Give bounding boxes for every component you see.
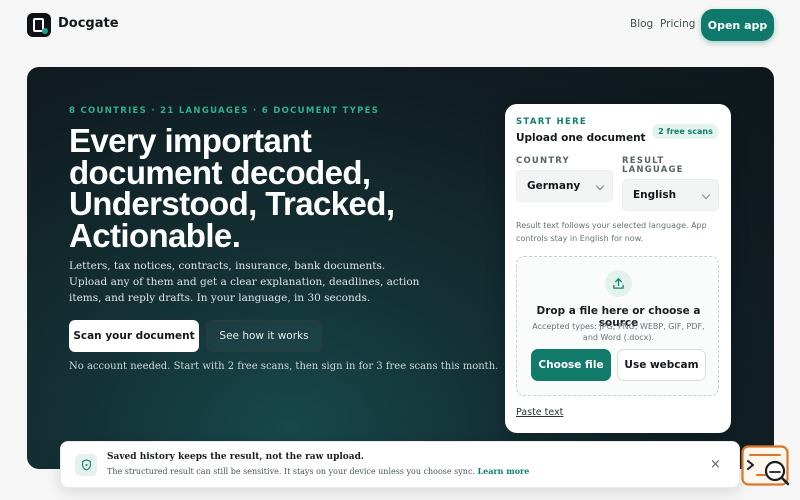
country-value: Germany bbox=[527, 180, 581, 192]
accepted-types-text: Accepted types: JPG, PNG, WEBP, GIF, PDF… bbox=[532, 322, 705, 342]
chat-search-widget-icon[interactable] bbox=[741, 445, 791, 490]
docgate-logo-icon[interactable] bbox=[27, 13, 51, 37]
privacy-notice-toast: Saved history keeps the result, not the … bbox=[60, 441, 740, 488]
toast-body: The structured result can still be sensi… bbox=[107, 466, 529, 476]
headline-line: Understood, Tracked, bbox=[69, 185, 395, 222]
top-nav: Docgate Blog Pricing Open app bbox=[0, 0, 800, 50]
file-drop-zone[interactable]: Drop a file here or choose a source Acce… bbox=[516, 256, 719, 396]
use-webcam-button[interactable]: Use webcam bbox=[617, 349, 706, 381]
country-label: COUNTRY bbox=[516, 156, 570, 166]
learn-more-link[interactable]: Learn more bbox=[478, 466, 530, 476]
upload-icon bbox=[605, 270, 632, 297]
card-title: Upload one document bbox=[516, 132, 646, 144]
hero-section: 8 COUNTRIES · 21 LANGUAGES · 6 DOCUMENT … bbox=[27, 67, 774, 469]
card-kicker: START HERE bbox=[516, 117, 588, 127]
hero-subtext: Letters, tax notices, contracts, insuran… bbox=[69, 260, 420, 304]
scan-document-button[interactable]: Scan your document bbox=[69, 320, 199, 352]
result-language-select[interactable]: English bbox=[622, 179, 719, 211]
upload-card: START HERE Upload one document 2 free sc… bbox=[505, 104, 731, 433]
paste-text-link[interactable]: Paste text bbox=[516, 407, 563, 418]
headline-line: document decoded, bbox=[69, 153, 371, 191]
shield-icon bbox=[75, 454, 97, 476]
hero-headline: Every important document decoded, Unders… bbox=[69, 122, 449, 254]
choose-file-button[interactable]: Choose file bbox=[531, 349, 611, 381]
language-helper-text: Result text follows your selected langua… bbox=[516, 221, 707, 243]
headline-line: Every important bbox=[69, 122, 312, 159]
close-icon[interactable]: × bbox=[710, 457, 721, 472]
country-select[interactable]: Germany bbox=[516, 170, 613, 202]
result-language-label: RESULT LANGUAGE bbox=[622, 156, 684, 175]
language-value: English bbox=[633, 189, 677, 201]
free-scans-badge: 2 free scans bbox=[652, 124, 719, 139]
nav-link-pricing[interactable]: Pricing bbox=[660, 18, 695, 30]
brand-name[interactable]: Docgate bbox=[58, 16, 119, 31]
see-how-it-works-button[interactable]: See how it works bbox=[206, 320, 322, 352]
chevron-down-icon bbox=[595, 181, 605, 191]
open-app-button[interactable]: Open app bbox=[701, 9, 774, 41]
toast-title: Saved history keeps the result, not the … bbox=[107, 452, 365, 462]
headline-line: Actionable. bbox=[69, 216, 241, 254]
hero-note: No account needed. Start with 2 free sca… bbox=[69, 361, 499, 372]
nav-link-blog[interactable]: Blog bbox=[630, 18, 653, 30]
chevron-down-icon bbox=[701, 190, 711, 200]
toast-body-text: The structured result can still be sensi… bbox=[107, 467, 475, 476]
hero-eyebrow: 8 COUNTRIES · 21 LANGUAGES · 6 DOCUMENT … bbox=[69, 106, 380, 116]
